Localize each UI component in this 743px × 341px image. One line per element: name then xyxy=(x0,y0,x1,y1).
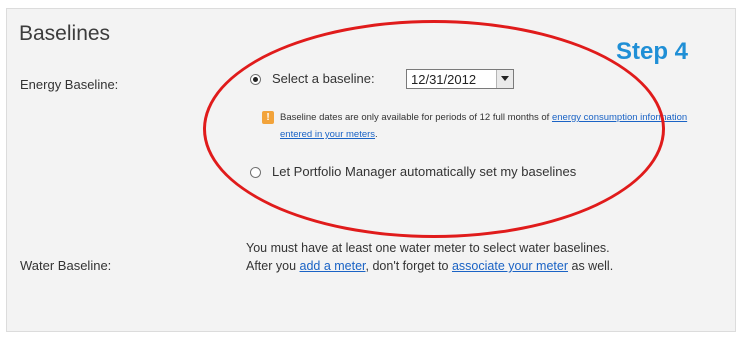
baseline-info-note: Baseline dates are only available for pe… xyxy=(280,112,688,140)
radio-select-baseline[interactable] xyxy=(250,74,261,85)
radio-auto-baseline-label[interactable]: Let Portfolio Manager automatically set … xyxy=(272,164,576,179)
associate-meter-link[interactable]: associate your meter xyxy=(452,259,568,273)
water-baseline-message: You must have at least one water meter t… xyxy=(246,241,614,273)
add-meter-link[interactable]: add a meter xyxy=(300,259,366,273)
radio-auto-baseline[interactable] xyxy=(250,167,261,178)
water-baseline-label: Water Baseline: xyxy=(20,258,112,273)
energy-baseline-label: Energy Baseline: xyxy=(20,77,119,92)
baseline-date-select[interactable]: 12/31/2012 xyxy=(406,69,514,89)
step-annotation: Step 4 xyxy=(616,38,689,65)
chevron-down-icon[interactable] xyxy=(496,70,513,88)
section-title: Baselines xyxy=(19,22,111,45)
radio-select-baseline-label[interactable]: Select a baseline: xyxy=(272,71,375,86)
warning-icon: ! xyxy=(262,111,274,124)
baseline-date-value: 12/31/2012 xyxy=(411,72,477,87)
